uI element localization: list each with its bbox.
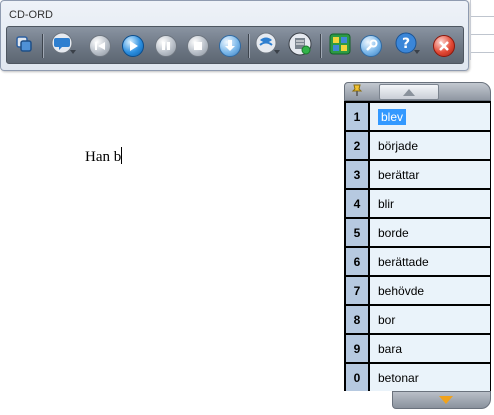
cd-ord-toolbar-window: CD-ORD ?: [0, 0, 469, 71]
prediction-item[interactable]: 8 bor: [345, 305, 490, 333]
previous-button[interactable]: [87, 33, 113, 59]
prediction-number: 1: [346, 103, 368, 130]
document-text-area[interactable]: Han b: [85, 147, 123, 166]
prediction-item[interactable]: 2 började: [345, 131, 490, 159]
scroll-up-button[interactable]: [379, 84, 439, 100]
close-icon: [433, 35, 455, 57]
database-button[interactable]: [288, 32, 314, 61]
prediction-item[interactable]: 1 blev: [345, 102, 490, 130]
word-prediction-panel: 1 blev 2 började 3 berättar 4 blir 5 bor…: [344, 82, 491, 409]
prediction-item[interactable]: 6 berättade: [345, 247, 490, 275]
prediction-number: 9: [346, 335, 368, 362]
prediction-item[interactable]: 4 blir: [345, 189, 490, 217]
toolbar-strip: ?: [6, 26, 464, 64]
scroll-down-button[interactable]: [417, 393, 475, 407]
prediction-number: 5: [346, 219, 368, 246]
pin-icon: [350, 83, 364, 102]
previous-icon: [89, 35, 111, 57]
word-prediction-button[interactable]: [327, 33, 353, 59]
close-button[interactable]: [431, 33, 457, 59]
prediction-item[interactable]: 3 berättar: [345, 160, 490, 188]
prediction-item[interactable]: 5 borde: [345, 218, 490, 246]
prediction-word: borde: [370, 219, 490, 246]
pause-button[interactable]: [153, 33, 179, 59]
stop-icon: [187, 35, 209, 57]
toolbar-title: CD-ORD: [9, 9, 53, 21]
prediction-number: 2: [346, 132, 368, 159]
prediction-word: bor: [370, 306, 490, 333]
pause-icon: [155, 35, 177, 57]
prediction-item[interactable]: 0 betonar: [345, 363, 490, 391]
prediction-list: 1 blev 2 började 3 berättar 4 blir 5 bor…: [344, 101, 491, 391]
document-text: Han b: [85, 149, 122, 165]
svg-text:?: ?: [402, 36, 410, 52]
speech-bubble-icon: [51, 32, 77, 61]
prediction-word: berättar: [370, 161, 490, 188]
scroll-up-icon: [403, 88, 415, 96]
prediction-panel-header: [344, 82, 491, 101]
background-window-edge: [470, 0, 494, 60]
settings-button[interactable]: [358, 33, 384, 59]
download-icon: [219, 35, 241, 57]
dictionary-button[interactable]: [255, 32, 281, 61]
help-button[interactable]: ?: [395, 32, 421, 61]
prediction-number: 4: [346, 190, 368, 217]
prediction-number: 8: [346, 306, 368, 333]
word-prediction-icon: [328, 32, 352, 61]
help-icon: ?: [395, 32, 421, 61]
prediction-word: berättade: [370, 248, 490, 275]
settings-icon: [360, 35, 382, 57]
prediction-item[interactable]: 7 behövde: [345, 276, 490, 304]
text-caret: [121, 147, 123, 164]
play-icon: [122, 35, 144, 57]
dictionary-icon: [255, 32, 281, 61]
prediction-word: blir: [370, 190, 490, 217]
prediction-number: 6: [346, 248, 368, 275]
prediction-word-selected: blev: [378, 108, 407, 125]
prediction-word: bara: [370, 335, 490, 362]
prediction-item[interactable]: 9 bara: [345, 334, 490, 362]
stop-button[interactable]: [185, 33, 211, 59]
download-button[interactable]: [217, 33, 243, 59]
prediction-number: 3: [346, 161, 368, 188]
prediction-word: började: [370, 132, 490, 159]
play-button[interactable]: [120, 33, 146, 59]
prediction-word: behövde: [370, 277, 490, 304]
prediction-number: 7: [346, 277, 368, 304]
switch-window-button[interactable]: [11, 33, 37, 59]
database-icon: [288, 32, 314, 61]
scroll-down-icon: [439, 396, 453, 404]
prediction-word: betonar: [370, 364, 490, 391]
pin-button[interactable]: [348, 84, 365, 100]
speech-button[interactable]: [51, 32, 77, 61]
switch-window-icon: [14, 34, 34, 59]
prediction-panel-footer: [392, 391, 491, 409]
prediction-number: 0: [346, 364, 368, 391]
